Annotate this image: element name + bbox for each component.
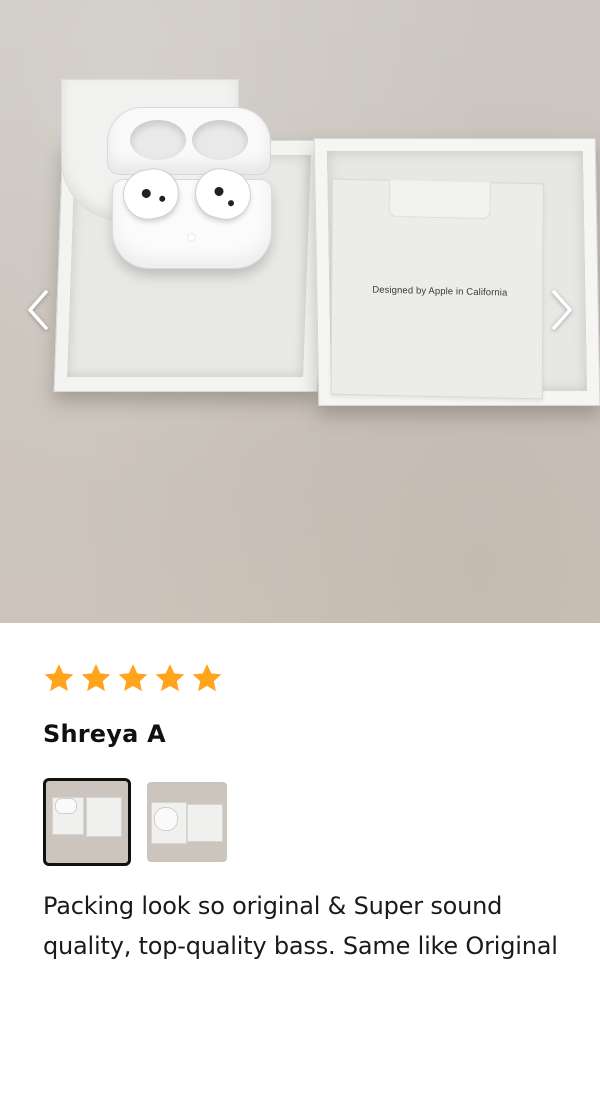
paper-caption: Designed by Apple in California bbox=[372, 284, 508, 299]
star-icon bbox=[155, 664, 185, 692]
status-light bbox=[188, 234, 195, 241]
thumbnail-2[interactable] bbox=[147, 782, 227, 862]
chevron-right-icon bbox=[552, 290, 572, 330]
star-rating bbox=[43, 660, 563, 696]
review-card: Shreya A Packing look so original & Supe… bbox=[43, 660, 563, 966]
info-paper: Designed by Apple in California bbox=[330, 178, 544, 400]
star-icon bbox=[81, 664, 111, 692]
star-icon bbox=[44, 664, 74, 692]
review-thumbnails bbox=[43, 778, 563, 866]
star-icon bbox=[118, 664, 148, 692]
thumbnail-1[interactable] bbox=[43, 778, 131, 866]
review-text: Packing look so original & Super sound q… bbox=[43, 892, 558, 960]
review-photo-viewer[interactable]: Designed by Apple in California bbox=[0, 0, 600, 623]
next-photo-button[interactable] bbox=[542, 286, 582, 334]
chevron-left-icon bbox=[28, 290, 48, 330]
earbuds-case-lid bbox=[108, 108, 270, 174]
previous-photo-button[interactable] bbox=[18, 286, 58, 334]
box-lid: Designed by Apple in California bbox=[313, 138, 600, 406]
reviewer-name: Shreya A bbox=[43, 720, 166, 748]
star-icon bbox=[192, 664, 222, 692]
